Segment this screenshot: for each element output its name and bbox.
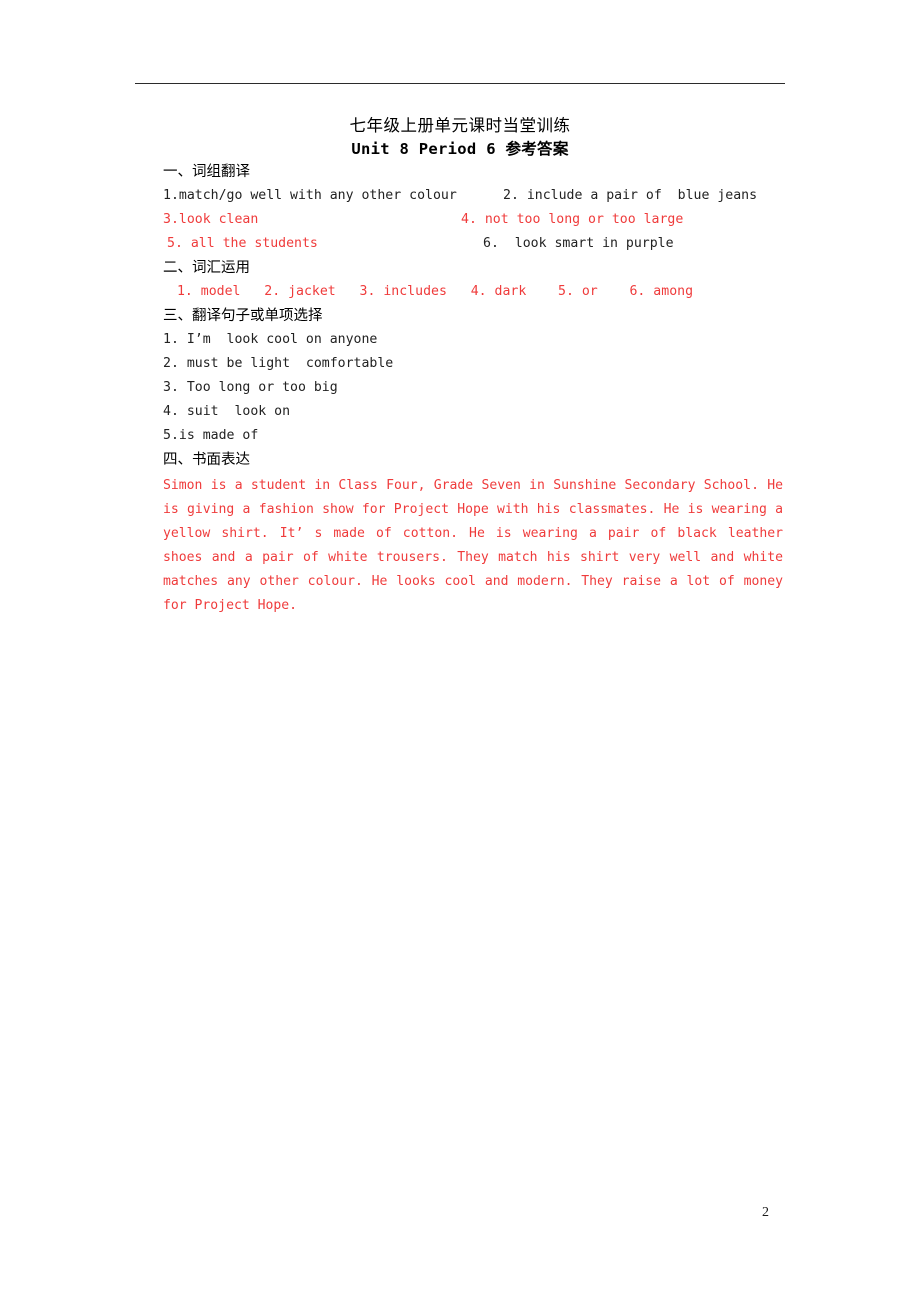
page-number: 2 bbox=[762, 1205, 769, 1220]
document-page: 七年级上册单元课时当堂训练 Unit 8 Period 6 参考答案 一、词组翻… bbox=[0, 0, 920, 1302]
document-body: 一、词组翻译 1.match/go well with any other co… bbox=[163, 160, 785, 618]
header-rule bbox=[135, 83, 785, 84]
page-title-english: Unit 8 Period 6 参考答案 bbox=[0, 137, 920, 159]
vocabulary-answers: 1. model 2. jacket 3. includes 4. dark 5… bbox=[169, 284, 694, 299]
page-title-answerkey-label: 参考答案 bbox=[505, 139, 569, 158]
page-title-unit: Unit 8 Period 6 bbox=[351, 140, 506, 158]
sentence-answer-5: 5.is made of bbox=[163, 428, 259, 443]
essay-answer: Simon is a student in Class Four, Grade … bbox=[163, 478, 783, 613]
phrase-answer-3: 3.look clean bbox=[163, 212, 259, 227]
phrase-answer-5: 5. all the students bbox=[167, 236, 318, 251]
section-two-heading: 二、词汇运用 bbox=[163, 260, 250, 276]
sentence-answer-4: 4. suit look on bbox=[163, 404, 291, 419]
page-title-chinese: 七年级上册单元课时当堂训练 bbox=[349, 116, 571, 135]
section-one-heading: 一、词组翻译 bbox=[163, 164, 250, 180]
section-one-row-1: 1.match/go well with any other colour 2.… bbox=[163, 184, 785, 208]
sentence-answer-2: 2. must be light comfortable bbox=[163, 356, 394, 371]
section-one-row-2: 3.look clean 4. not too long or too larg… bbox=[163, 208, 785, 232]
phrase-answer-2: 2. include a pair of blue jeans bbox=[503, 188, 758, 203]
section-one-row-3: 5. all the students 6. look smart in pur… bbox=[163, 232, 785, 256]
phrase-answer-6: 6. look smart in purple bbox=[483, 236, 674, 251]
sentence-answer-1: 1. I’m look cool on anyone bbox=[163, 332, 378, 347]
phrase-answer-4: 4. not too long or too large bbox=[461, 212, 684, 227]
sentence-answer-3: 3. Too long or too big bbox=[163, 380, 338, 395]
section-three-heading: 三、翻译句子或单项选择 bbox=[163, 308, 323, 324]
section-four-heading: 四、书面表达 bbox=[163, 452, 250, 468]
phrase-answer-1: 1.match/go well with any other colour bbox=[163, 188, 457, 203]
